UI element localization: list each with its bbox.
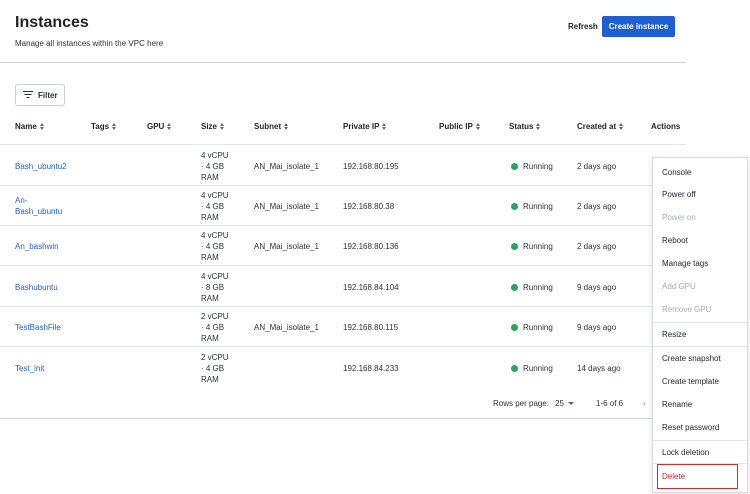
menu-item-reset-password[interactable]: Reset password [653,416,749,439]
sort-icon [112,123,117,130]
instance-size: 4 vCPU · 4 GB RAM [201,230,229,262]
column-header-subnet[interactable]: Subnet [254,122,289,131]
menu-item-rename[interactable]: Rename [653,393,749,416]
instance-name-link[interactable]: TestBashFile [15,307,61,347]
instance-created-at: 14 days ago [577,363,621,373]
instance-size: 4 vCPU · 8 GB RAM [201,271,229,303]
instance-subnet: AN_Mai_isolate_1 [254,322,319,332]
menu-item-resize[interactable]: Resize [653,323,749,346]
instance-size: 4 vCPU · 4 GB RAM [201,190,229,222]
menu-item-lock-deletion[interactable]: Lock deletion [653,441,749,464]
filter-button[interactable]: Filter [15,84,65,106]
status-dot-icon [511,364,518,372]
sort-icon [167,123,172,130]
status-badge: Running [511,307,553,347]
filter-icon [23,91,33,99]
page-title: Instances [15,14,89,31]
instance-private-ip: 192.168.84.104 [343,282,399,292]
status-badge: Running [511,226,553,266]
column-header-tags[interactable]: Tags [91,122,117,131]
sort-icon [284,123,289,130]
column-header-private-ip[interactable]: Private IP [343,122,387,131]
sort-icon [536,123,541,130]
instance-created-at: 2 days ago [577,201,617,211]
instance-created-at: 9 days ago [577,282,617,292]
table-row[interactable]: An_bashwin 4 vCPU · 4 GB RAM AN_Mai_isolat… [0,226,686,266]
menu-item-add-gpu: Add GPU [662,282,696,291]
page-subtitle: Manage all instances within the VPC here [15,39,164,48]
instance-subnet: AN_Mai_isolate_1 [254,161,319,171]
column-header-gpu[interactable]: GPU [147,122,172,131]
status-dot-icon [511,323,518,331]
instance-subnet: AN_Mai_isolate_1 [254,241,319,251]
rows-per-page-label: Rows per page: [493,399,550,408]
instance-private-ip: 192.168.80.136 [343,241,399,251]
menu-item-power-on: Power on [662,213,696,222]
menu-item-create-snapshot[interactable]: Create snapshot [653,347,749,370]
sort-icon [619,123,624,130]
status-badge: Running [511,348,553,388]
pagination-range: 1-6 of 6 [596,399,624,408]
table-row[interactable]: Bash_ubuntu2 4 vCPU · 4 GB RAM AN_Mai_isol… [0,146,686,186]
table-pagination: Rows per page: 25 1-6 of 6 ‹ [0,389,686,419]
instance-private-ip: 192.168.80.38 [343,201,395,211]
status-dot-icon [511,202,518,210]
instance-name-link[interactable]: An_bashwin [15,226,59,266]
table-row[interactable]: Bashubuntu 4 vCPU · 8 GB RAM 192.168.84.10… [0,267,686,307]
filter-label: Filter [38,90,58,100]
chevron-down-icon [567,402,574,405]
delete-highlight-box [657,464,738,489]
menu-item-reboot[interactable]: Reboot [653,229,749,252]
menu-item-manage-tags[interactable]: Manage tags [653,252,749,275]
instance-private-ip: 192.168.84.233 [343,363,399,373]
table-row[interactable]: An- Bash_ubuntu 4 vCPU · 4 GB RAM AN_Mai_is… [0,186,686,226]
sort-icon [382,123,387,130]
status-badge: Running [511,186,553,226]
instance-private-ip: 192.168.80.195 [343,161,399,171]
column-header-public-ip[interactable]: Public IP [439,122,480,131]
status-dot-icon [511,283,518,291]
column-header-created-at[interactable]: Created at [577,122,624,131]
status-dot-icon [511,242,518,250]
sort-icon [475,123,480,130]
instance-size: 4 vCPU · 4 GB RAM [201,150,229,182]
table-header: Name Tags GPU Size Subnet Private IP Pub… [0,114,686,145]
page-header: Instances Manage all instances within th… [0,0,686,63]
instances-table: Name Tags GPU Size Subnet Private IP Pub… [0,114,686,419]
table-row[interactable]: Test_init 2 vCPU · 4 GB RAM 192.168.84.233… [0,348,686,388]
column-header-name[interactable]: Name [15,122,44,131]
menu-item-power-off[interactable]: Power off [653,183,749,206]
instance-created-at: 2 days ago [577,161,617,171]
instance-name-link[interactable]: Bashubuntu [15,267,58,307]
sort-icon [39,123,44,130]
instance-created-at: 2 days ago [577,241,617,251]
sort-icon [220,123,225,130]
instance-created-at: 9 days ago [577,322,617,332]
instance-name-link[interactable]: An- Bash_ubuntu [15,186,62,226]
status-badge: Running [511,146,553,186]
rows-per-page-select[interactable]: 25 [555,399,574,408]
actions-menu: Console Power off Power on Reboot Manage… [652,157,749,493]
menu-item-remove-gpu: Remove GPU [662,305,712,314]
instance-name-link[interactable]: Test_init [15,348,44,388]
chevron-left-icon[interactable]: ‹ [643,398,646,408]
instance-size: 2 vCPU · 4 GB RAM [201,352,229,384]
menu-item-create-template[interactable]: Create template [653,370,749,393]
refresh-button[interactable]: Refresh [564,16,602,37]
status-dot-icon [511,162,518,170]
instance-private-ip: 192.168.80.115 [343,322,399,332]
instance-size: 2 vCPU · 4 GB RAM [201,311,229,343]
instance-name-link[interactable]: Bash_ubuntu2 [15,146,67,186]
column-header-actions: Actions [651,122,681,131]
status-badge: Running [511,267,553,307]
column-header-size[interactable]: Size [201,122,225,131]
menu-item-console[interactable]: Console [653,161,749,184]
create-instance-button[interactable]: Create instance [602,16,675,37]
instance-subnet: AN_Mai_isolate_1 [254,201,319,211]
column-header-status[interactable]: Status [509,122,541,131]
table-row[interactable]: TestBashFile 2 vCPU · 4 GB RAM AN_Mai_isol… [0,307,686,347]
